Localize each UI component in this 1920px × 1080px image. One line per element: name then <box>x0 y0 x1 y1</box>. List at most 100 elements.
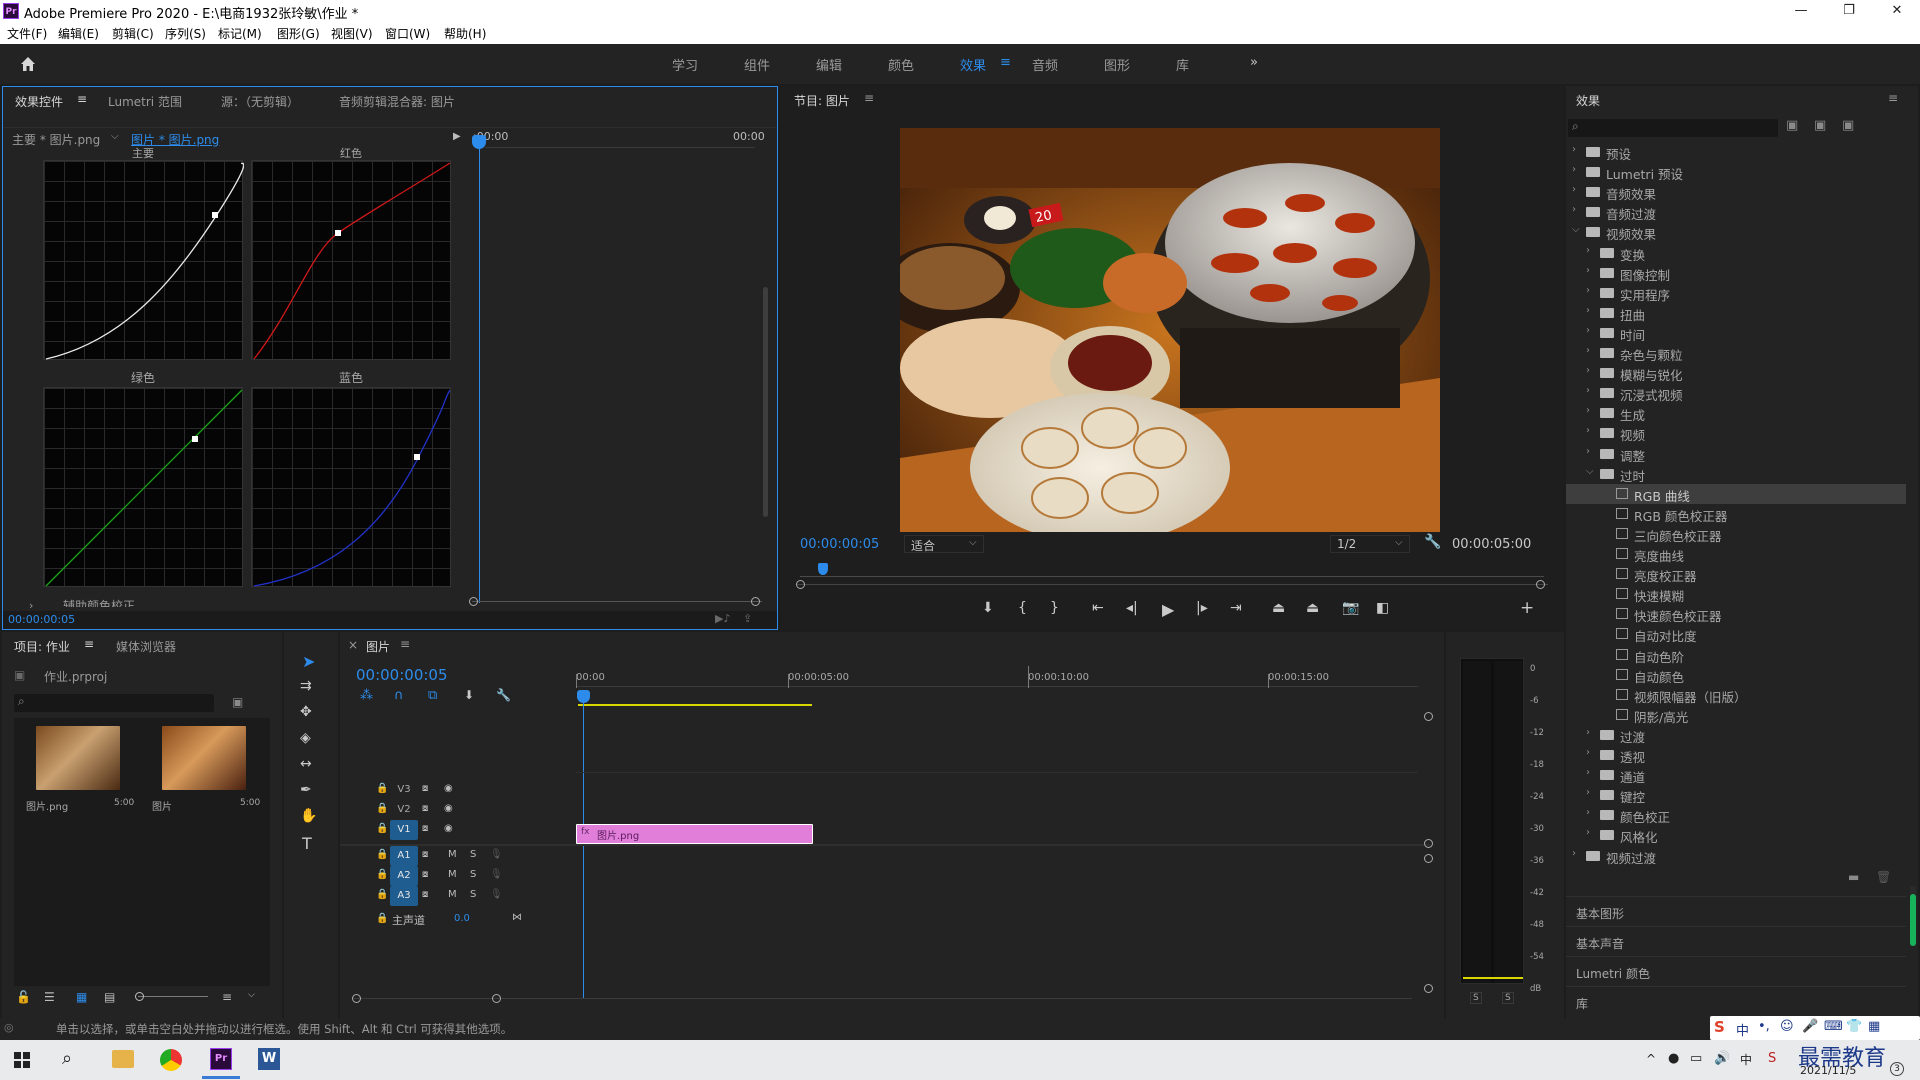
effects-item[interactable]: 自动颜色 <box>1566 665 1906 685</box>
effects-search-input[interactable]: ⌕ <box>1568 119 1778 137</box>
effects-scrollbar[interactable] <box>1910 886 1916 946</box>
workspace-assembly[interactable]: 组件 <box>744 55 770 74</box>
export-frame-icon[interactable]: ▶♪ <box>715 612 730 625</box>
lock-icon[interactable]: 🔒 <box>376 823 388 834</box>
chevron-right-icon[interactable]: › <box>1586 425 1590 436</box>
chevron-down-icon[interactable]: ⌵ <box>1586 466 1594 477</box>
effects-folder[interactable]: › 通道 <box>1566 765 1906 785</box>
effects-folder[interactable]: › 颜色校正 <box>1566 805 1906 825</box>
chevron-right-icon[interactable]: › <box>1586 325 1590 336</box>
voice-icon[interactable]: 🎤 <box>1802 1019 1818 1034</box>
sync-lock-icon[interactable]: ⧇ <box>422 803 428 814</box>
lock-icon[interactable]: 🔓 <box>16 990 31 1004</box>
effects-folder[interactable]: › 风格化 <box>1566 825 1906 845</box>
resolution-dropdown[interactable]: 1/2 ⌵ <box>1330 535 1410 553</box>
workspace-libraries[interactable]: 库 <box>1176 55 1189 74</box>
linked-selection-icon[interactable]: ⧉ <box>428 688 437 703</box>
program-scrub-ruler[interactable] <box>800 566 1544 578</box>
network-icon[interactable]: ▭ <box>1690 1051 1702 1066</box>
chevron-right-icon[interactable]: › <box>1586 446 1590 457</box>
selection-tool-icon[interactable]: ➤ <box>302 652 315 671</box>
track-select-tool-icon[interactable]: ⇉ <box>300 678 312 694</box>
solo-button[interactable]: S <box>470 889 476 900</box>
audio-scroll-bottom[interactable] <box>1424 984 1433 993</box>
button-editor-plus-icon[interactable]: + <box>1520 598 1534 618</box>
sync-lock-icon[interactable]: ⧇ <box>422 869 428 880</box>
master-curve-graph[interactable] <box>43 160 244 360</box>
chevron-right-icon[interactable]: › <box>1586 827 1590 838</box>
chevron-down-icon[interactable]: ⌵ <box>111 131 119 142</box>
accelerated-effects-icon[interactable]: ▣ <box>1786 118 1798 133</box>
workspace-effects[interactable]: 效果 <box>960 55 986 74</box>
chevron-right-icon[interactable]: › <box>1586 285 1590 296</box>
punctuation-icon[interactable]: •, <box>1758 1019 1770 1034</box>
eye-icon[interactable]: ◉ <box>444 823 453 834</box>
more-workspaces-icon[interactable]: » <box>1250 55 1258 70</box>
yuv-effects-icon[interactable]: ▣ <box>1842 118 1854 133</box>
sync-lock-icon[interactable]: ⧇ <box>422 823 428 834</box>
close-sequence-icon[interactable]: × <box>348 638 358 652</box>
list-view-icon[interactable]: ☰ <box>44 990 55 1004</box>
new-bin-folder-icon[interactable]: ▬ <box>1848 870 1859 884</box>
chevron-right-icon[interactable]: › <box>1586 747 1590 758</box>
effects-folder[interactable]: › 实用程序 <box>1566 283 1906 303</box>
ime-indicator[interactable]: 中 <box>1740 1051 1752 1068</box>
effects-item[interactable]: 三向颜色校正器 <box>1566 524 1906 544</box>
track-target-label[interactable]: V3 <box>390 780 418 800</box>
play-icon[interactable]: ▶ <box>1162 600 1174 619</box>
effects-item[interactable]: 自动色阶 <box>1566 645 1906 665</box>
essential-graphics-section[interactable]: 基本图形 <box>1566 896 1906 926</box>
chevron-down-icon[interactable]: ⌵ <box>1572 224 1580 235</box>
effects-folder[interactable]: › 模糊与锐化 <box>1566 363 1906 383</box>
effects-folder[interactable]: › 生成 <box>1566 403 1906 423</box>
volume-icon[interactable]: 🔊 <box>1714 1051 1730 1066</box>
mark-in-icon[interactable]: { <box>1018 600 1027 616</box>
notification-icon[interactable]: 3 <box>1890 1062 1904 1076</box>
minimize-icon[interactable]: — <box>1778 0 1824 22</box>
program-playhead[interactable] <box>818 563 828 575</box>
audio-scroll-top[interactable] <box>1424 854 1433 863</box>
workspace-graphics[interactable]: 图形 <box>1104 55 1130 74</box>
chrome-icon[interactable] <box>160 1049 182 1071</box>
file-explorer-icon[interactable] <box>112 1050 134 1068</box>
effects-item[interactable]: 亮度校正器 <box>1566 564 1906 584</box>
program-video-frame[interactable]: 20 <box>900 128 1440 532</box>
panel-menu-icon[interactable]: ≡ <box>1888 91 1898 105</box>
menu-edit[interactable]: 编辑(E) <box>58 25 99 42</box>
effects-item[interactable]: 自动对比度 <box>1566 624 1906 644</box>
effects-item[interactable]: RGB 曲线 <box>1566 483 1906 504</box>
timeline-ruler[interactable]: 00:00 00:00:05:00 00:00:10:00 00:00:15:0… <box>576 666 1418 706</box>
ec-vscroll[interactable] <box>763 147 768 597</box>
video-scroll-top[interactable] <box>1424 712 1433 721</box>
lock-icon[interactable]: 🔒 <box>376 783 388 794</box>
mute-button[interactable]: M <box>448 889 457 900</box>
32bit-effects-icon[interactable]: ▣ <box>1814 118 1826 133</box>
tab-audio-clip-mixer[interactable]: 音频剪辑混合器: 图片 <box>339 93 455 110</box>
effects-item[interactable]: 阴影/高光 <box>1566 705 1906 725</box>
effects-folder[interactable]: › 预设 <box>1566 142 1906 162</box>
new-bin-from-search-icon[interactable]: ▣ <box>232 695 243 709</box>
pen-tool-icon[interactable]: ✒ <box>300 782 312 798</box>
effects-item[interactable]: 快速颜色校正器 <box>1566 604 1906 624</box>
chevron-down-icon[interactable]: ⌵ <box>248 990 255 1000</box>
microphone-icon[interactable]: 🎙 <box>490 889 503 900</box>
effects-folder[interactable]: › 音频过渡 <box>1566 202 1906 222</box>
panel-menu-icon[interactable]: ≡ <box>84 637 94 651</box>
type-tool-icon[interactable]: T <box>302 834 312 853</box>
timeline-settings-wrench-icon[interactable]: 🔧 <box>496 688 511 702</box>
slider-handle[interactable] <box>135 992 144 1001</box>
solo-left-button[interactable]: S <box>1470 992 1482 1004</box>
step-forward-icon[interactable]: |▸ <box>1196 600 1208 616</box>
zoom-handle-left[interactable] <box>796 580 805 589</box>
video-scroll-bottom[interactable] <box>1424 839 1433 848</box>
master-volume-value[interactable]: 0.0 <box>454 913 470 924</box>
eye-icon[interactable]: ◉ <box>444 803 453 814</box>
comparison-view-icon[interactable]: ◧ <box>1376 600 1389 616</box>
effects-item[interactable]: 快速模糊 <box>1566 584 1906 604</box>
chevron-right-icon[interactable]: › <box>1572 848 1576 859</box>
tab-media-browser[interactable]: 媒体浏览器 <box>116 638 176 655</box>
chevron-right-icon[interactable]: › <box>1572 164 1576 175</box>
ripple-edit-tool-icon[interactable]: ✥ <box>300 704 312 720</box>
share-icon[interactable]: ⇪ <box>743 612 752 625</box>
sync-lock-icon[interactable]: ⧇ <box>422 783 428 794</box>
